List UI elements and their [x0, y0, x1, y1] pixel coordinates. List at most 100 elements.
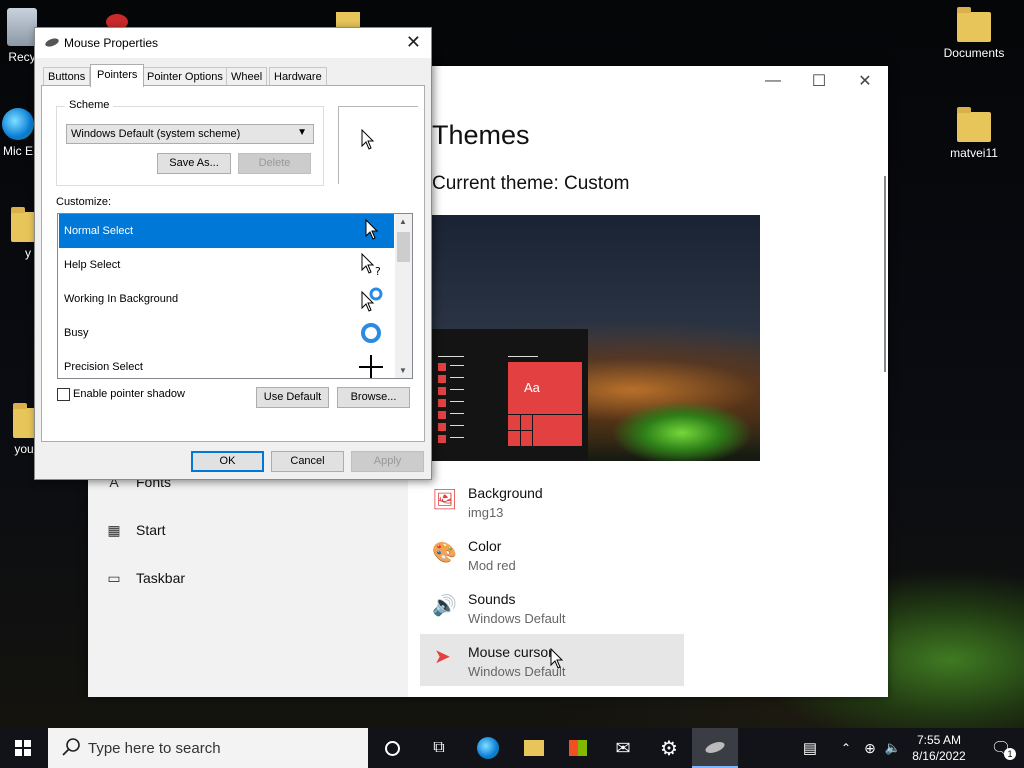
pointer-shadow-label: Enable pointer shadow [73, 388, 185, 400]
busy-cursor-icon [361, 323, 381, 343]
nav-item-taskbar[interactable]: ▭ Taskbar [104, 570, 185, 587]
file-explorer-button[interactable] [511, 728, 557, 768]
notification-count: 1 [1004, 748, 1016, 760]
start-button[interactable] [0, 728, 46, 768]
browse-button[interactable]: Browse... [337, 387, 410, 408]
mouse-properties-dialog: Mouse Properties ✕ Buttons Pointers Poin… [34, 27, 432, 480]
tab-label: Pointers [97, 69, 138, 81]
scroll-down-arrow-icon[interactable]: ▼ [399, 366, 407, 375]
store-icon [569, 740, 587, 756]
pointer-shadow-checkbox[interactable] [57, 388, 70, 401]
scroll-thumb[interactable] [397, 232, 410, 262]
pointer-label: Help Select [64, 259, 121, 271]
desktop-icon-documents[interactable]: Documents [938, 7, 1010, 60]
settings-taskbar-button[interactable]: ⚙ [646, 728, 692, 768]
delete-button[interactable]: Delete [238, 153, 311, 174]
maximize-button[interactable]: ☐ [796, 66, 842, 96]
setting-title: Sounds [468, 591, 516, 607]
save-as-button[interactable]: Save As... [157, 153, 231, 174]
button-label: Delete [258, 157, 291, 169]
setting-value: Windows Default [468, 611, 566, 626]
customize-label: Customize: [56, 196, 112, 208]
scheme-group: Scheme Windows Default (system scheme) ▼… [56, 99, 324, 186]
page-title: Themes [432, 120, 530, 150]
setting-title: Background [468, 485, 543, 501]
network-button[interactable]: ⊕ [858, 728, 882, 768]
crosshair-cursor-icon [359, 355, 383, 378]
scheme-select[interactable]: Windows Default (system scheme) ▼ [66, 124, 314, 144]
volume-button[interactable]: 🔈 [882, 728, 904, 768]
desktop-icon-label: Mic E [3, 144, 33, 158]
close-button[interactable]: ✕ [842, 66, 888, 96]
dialog-title: Mouse Properties [64, 36, 159, 50]
arrow-cursor-icon [365, 218, 379, 240]
task-view-button[interactable]: ⧉ [416, 728, 462, 768]
cortana-button[interactable] [369, 728, 415, 768]
show-hidden-icons-button[interactable]: ⌃ [834, 728, 858, 768]
tab-label: Hardware [274, 71, 322, 83]
store-button[interactable] [555, 728, 601, 768]
tab-wheel[interactable]: Wheel [226, 67, 268, 86]
search-placeholder: Type here to search [88, 740, 221, 757]
network-icon: ⊕ [864, 739, 876, 756]
list-item[interactable]: Working In Background [59, 282, 394, 316]
gear-icon: ⚙ [660, 737, 678, 760]
edge-icon [477, 737, 499, 759]
scheme-label: Scheme [65, 99, 114, 111]
desktop-icon-user[interactable]: matvei11 [938, 107, 1010, 160]
button-label: OK [219, 455, 236, 467]
nav-item-label: Taskbar [136, 570, 186, 586]
list-item[interactable]: Precision Select [59, 350, 394, 378]
ok-button[interactable]: OK [191, 451, 264, 472]
setting-color[interactable]: 🎨 Color Mod red [432, 538, 682, 578]
nav-item-start[interactable]: ▦ Start [104, 522, 166, 539]
nav-item-label: Start [136, 522, 166, 538]
clock-time: 7:55 AM [916, 733, 962, 747]
dialog-titlebar[interactable]: Mouse Properties ✕ [35, 28, 431, 58]
tab-buttons[interactable]: Buttons [43, 67, 91, 86]
cortana-icon [384, 740, 400, 756]
news-icon: ▤ [802, 740, 818, 757]
use-default-button[interactable]: Use Default [256, 387, 329, 408]
theme-preview: Aa [432, 215, 760, 461]
search-icon [62, 738, 80, 756]
start-icon: ▦ [107, 522, 121, 538]
mouse-icon [704, 739, 726, 755]
button-label: Apply [373, 455, 402, 467]
tab-pointer-options[interactable]: Pointer Options [142, 67, 228, 86]
windows-logo-icon [15, 740, 31, 756]
list-item[interactable]: Help Select ? [59, 248, 394, 282]
svg-text:?: ? [375, 265, 381, 278]
desktop-folder-icon[interactable] [336, 12, 360, 28]
current-theme-label: Current theme: Custom [432, 173, 630, 194]
tab-hardware[interactable]: Hardware [269, 67, 327, 86]
taskbar-search[interactable]: Type here to search [48, 728, 368, 768]
mouse-properties-taskbar-button[interactable] [692, 728, 738, 768]
dialog-close-button[interactable]: ✕ [406, 32, 421, 53]
folder-icon [524, 740, 544, 756]
setting-background[interactable]: 🖼 Background img13 [432, 485, 682, 525]
pointer-list-scrollbar[interactable]: ▲ ▼ [395, 214, 412, 378]
notification-center-button[interactable]: 🗨 1 [978, 728, 1024, 768]
mail-icon: ✉ [615, 737, 631, 758]
apply-button[interactable]: Apply [351, 451, 424, 472]
mail-button[interactable]: ✉ [600, 728, 646, 768]
pointer-list[interactable]: Normal Select Help Select ? Working In B… [57, 213, 413, 379]
list-item[interactable]: Busy [59, 316, 394, 350]
help-cursor-icon: ? [361, 252, 381, 278]
pointer-label: Precision Select [64, 361, 143, 373]
cancel-button[interactable]: Cancel [271, 451, 344, 472]
clock-date: 8/16/2022 [912, 749, 966, 763]
settings-scrollbar[interactable] [884, 176, 886, 372]
minimize-button[interactable]: — [750, 66, 796, 96]
news-button[interactable]: ▤ [788, 728, 832, 768]
cursor-icon: ➤ [434, 646, 451, 668]
desktop-icon-label: matvei11 [950, 146, 998, 160]
taskbar: Type here to search ⧉ ✉ ⚙ ▤ ⌃ ⊕ 🔈 7:55 A… [0, 728, 1024, 768]
list-item[interactable]: Normal Select [59, 214, 394, 248]
edge-taskbar-button[interactable] [465, 728, 511, 768]
scroll-up-arrow-icon[interactable]: ▲ [399, 217, 407, 226]
setting-sounds[interactable]: 🔊 Sounds Windows Default [432, 591, 682, 631]
system-clock[interactable]: 7:55 AM 8/16/2022 [904, 732, 974, 764]
tab-pointers[interactable]: Pointers [90, 64, 145, 87]
